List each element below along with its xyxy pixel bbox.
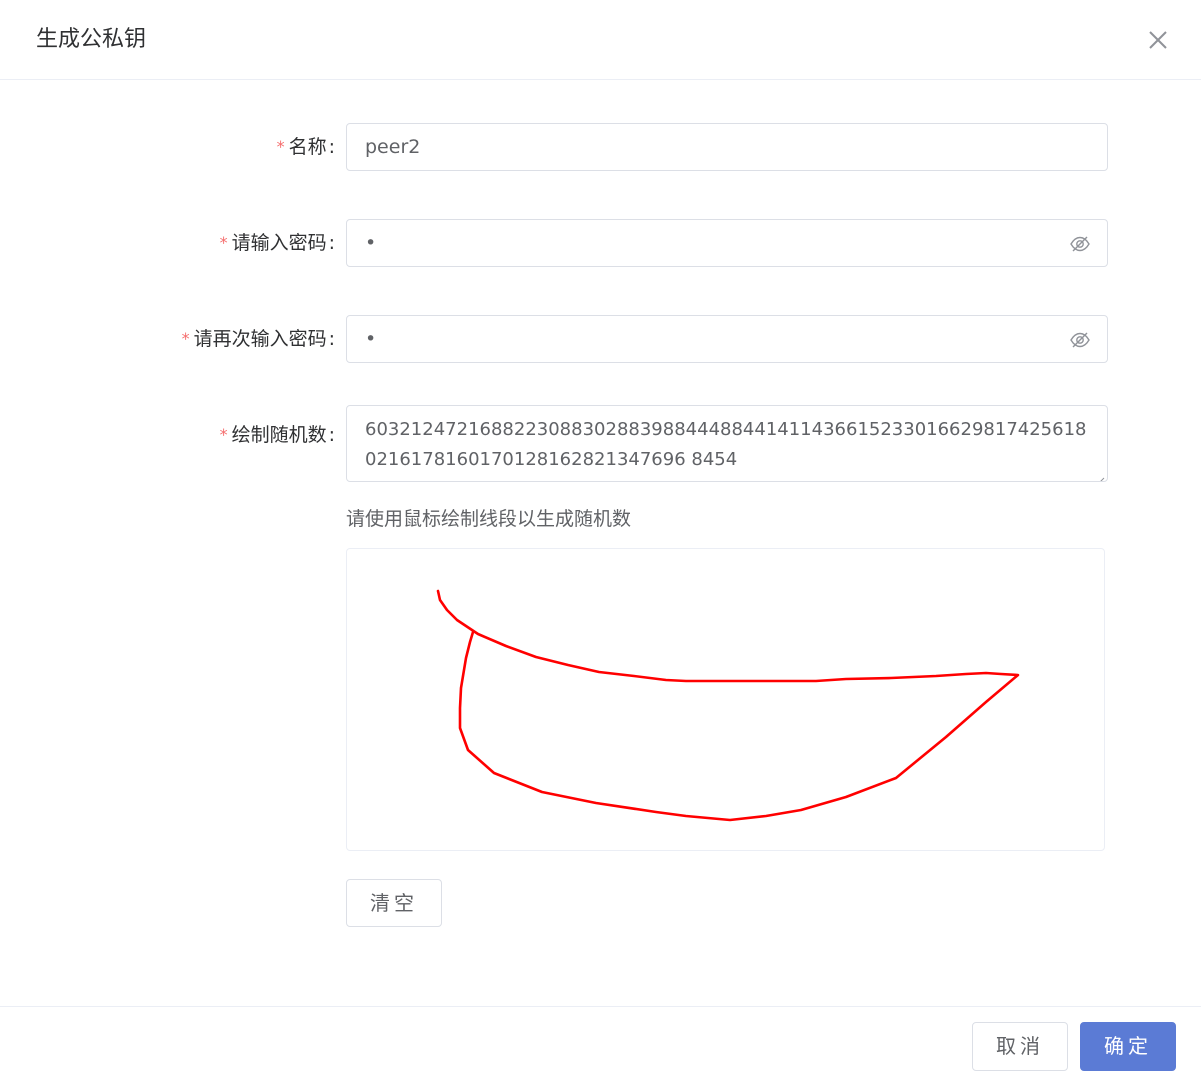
required-mark: * (219, 233, 228, 252)
required-mark: * (181, 329, 190, 348)
name-input[interactable]: peer2 (346, 123, 1108, 171)
close-icon[interactable] (1143, 25, 1173, 55)
password-label: * 请输入密码: (219, 232, 335, 254)
password-confirm-input[interactable]: • (346, 315, 1108, 363)
name-input-value: peer2 (365, 136, 421, 158)
random-textarea[interactable]: 6032124721688223088302883988444884414114… (346, 405, 1108, 482)
cancel-button[interactable]: 取消 (972, 1022, 1068, 1071)
dialog-title: 生成公私钥 (36, 27, 147, 52)
dialog-header: 生成公私钥 (0, 0, 1201, 80)
draw-hint: 请使用鼠标绘制线段以生成随机数 (346, 508, 632, 530)
resize-handle-icon[interactable] (1093, 467, 1105, 481)
required-mark: * (276, 137, 285, 156)
random-label: * 绘制随机数: (219, 424, 335, 446)
clear-button[interactable]: 清空 (346, 879, 442, 927)
password-confirm-input-value: • (365, 328, 377, 350)
password-confirm-label: * 请再次输入密码: (181, 328, 335, 350)
draw-canvas[interactable] (346, 548, 1105, 851)
eye-off-icon[interactable] (1069, 329, 1091, 351)
confirm-button[interactable]: 确定 (1080, 1022, 1176, 1071)
name-label: * 名称: (276, 136, 335, 158)
generate-keypair-dialog: 生成公私钥 * 名称: peer2 * 请输入密码: • * 请再次输入密码:… (0, 0, 1201, 1081)
password-input[interactable]: • (346, 219, 1108, 267)
random-textarea-value: 6032124721688223088302883988444884414114… (365, 419, 1087, 470)
drawn-stroke (436, 589, 1020, 822)
password-input-value: • (365, 232, 377, 254)
eye-off-icon[interactable] (1069, 233, 1091, 255)
required-mark: * (219, 425, 228, 444)
